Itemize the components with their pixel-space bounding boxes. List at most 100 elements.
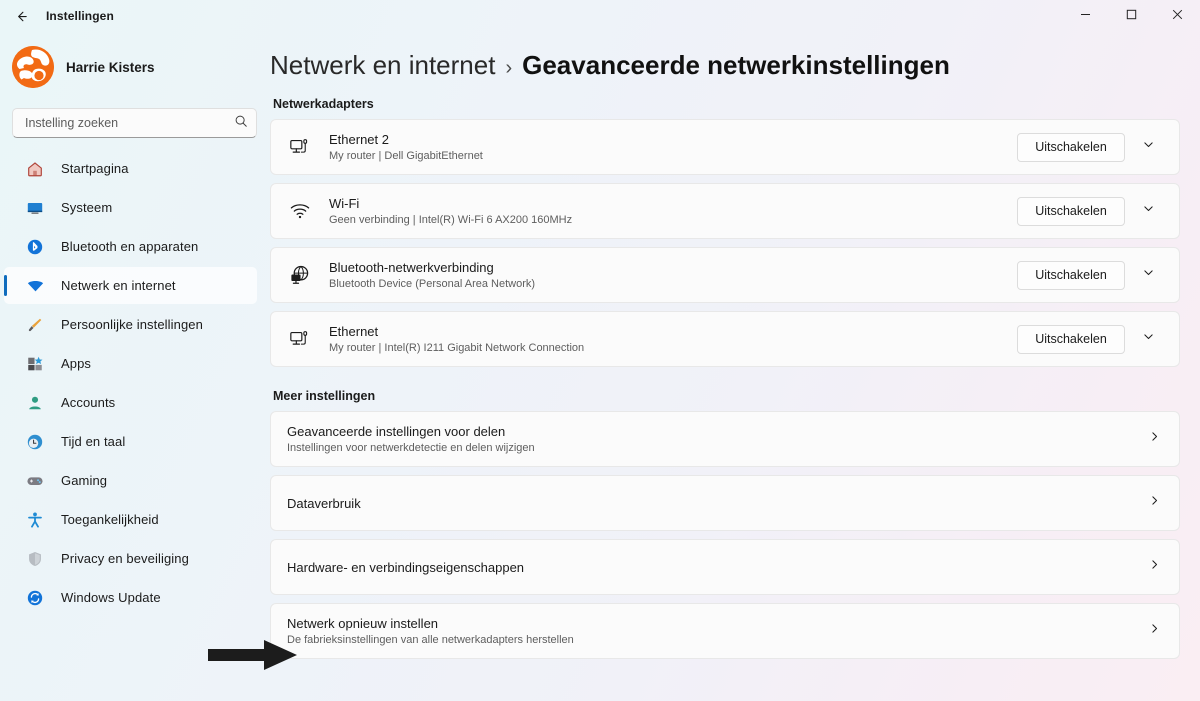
search-input[interactable] [25,116,234,130]
chevron-right-icon [1148,558,1161,576]
close-icon [1172,7,1183,25]
sidebar-item-label: Startpagina [61,161,129,176]
adapter-text: Wi-Fi Geen verbinding | Intel(R) Wi-Fi 6… [329,195,1017,228]
settings-row-title: Geavanceerde instellingen voor delen [287,423,506,439]
expand-button[interactable] [1131,196,1165,226]
chevron-down-icon [1142,138,1155,156]
settings-row-text: Geavanceerde instellingen voor delen Ins… [287,423,1139,456]
navigate-button[interactable] [1139,616,1169,646]
adapter-text: Ethernet 2 My router | Dell GigabitEther… [329,131,1017,164]
gamepad-icon [25,471,45,491]
disable-button[interactable]: Uitschakelen [1017,196,1125,226]
expand-button[interactable] [1131,260,1165,290]
search-box[interactable] [12,108,257,138]
chevron-right-icon [1148,430,1161,448]
settings-row-title: Hardware- en verbindingseigenschappen [287,559,525,575]
adapter-row-ethernet: Ethernet My router | Intel(R) I211 Gigab… [270,311,1180,367]
window-title: Instellingen [46,9,114,23]
sidebar-item-startpagina[interactable]: Startpagina [4,150,257,187]
back-arrow-icon [14,9,29,24]
breadcrumb-separator-icon: › [505,57,513,79]
settings-row-netwerk-opnieuw-instellen[interactable]: Netwerk opnieuw instellen De fabrieksins… [270,603,1180,659]
disable-button[interactable]: Uitschakelen [1017,260,1125,290]
main-content: Netwerk en internet › Geavanceerde netwe… [270,32,1200,701]
adapter-detail: My router | Dell GigabitEthernet [329,149,483,162]
sidebar-item-privacy-en-beveiliging[interactable]: Privacy en beveiliging [4,540,257,577]
back-button[interactable] [4,1,38,31]
chevron-right-icon [1148,622,1161,640]
settings-row-dataverbruik[interactable]: Dataverbruik [270,475,1180,531]
maximize-icon [1126,7,1137,25]
bluetooth-network-icon [287,264,313,286]
sidebar-item-windows-update[interactable]: Windows Update [4,579,257,616]
bluetooth-icon [25,237,45,257]
adapter-row-bluetooth-netwerkverbinding: Bluetooth-netwerkverbinding Bluetooth De… [270,247,1180,303]
adapter-name: Ethernet [329,323,379,339]
adapter-text: Bluetooth-netwerkverbinding Bluetooth De… [329,259,1017,292]
profile-block[interactable]: Harrie Kisters [0,32,270,100]
sidebar-item-systeem[interactable]: Systeem [4,189,257,226]
accessibility-person-icon [25,510,45,530]
settings-row-text: Dataverbruik [287,495,1139,512]
window-controls [1062,0,1200,32]
settings-row-detail: De fabrieksinstellingen van alle netwerk… [287,633,574,646]
settings-row-geavanceerde-instellingen-voor-delen[interactable]: Geavanceerde instellingen voor delen Ins… [270,411,1180,467]
sidebar-item-apps[interactable]: Apps [4,345,257,382]
settings-row-text: Netwerk opnieuw instellen De fabrieksins… [287,615,1139,648]
section-title-meer-instellingen: Meer instellingen [273,389,376,403]
settings-row-title: Dataverbruik [287,495,361,511]
adapter-name: Bluetooth-netwerkverbinding [329,259,494,275]
navigate-button[interactable] [1139,552,1169,582]
adapter-name: Wi-Fi [329,195,360,211]
sidebar-item-label: Tijd en taal [61,434,126,449]
wifi-signal-icon [287,200,313,222]
title-bar: Instellingen [0,0,1200,32]
sidebar-item-label: Netwerk en internet [61,278,176,293]
expand-button[interactable] [1131,132,1165,162]
minimize-button[interactable] [1062,0,1108,32]
breadcrumb-parent-link[interactable]: Netwerk en internet [270,50,495,81]
chevron-down-icon [1142,266,1155,284]
sidebar-item-toegankelijkheid[interactable]: Toegankelijkheid [4,501,257,538]
adapter-row-ethernet-2: Ethernet 2 My router | Dell GigabitEther… [270,119,1180,175]
minimize-icon [1080,7,1091,25]
sidebar-item-label: Windows Update [61,590,161,605]
sidebar-item-label: Bluetooth en apparaten [61,239,199,254]
profile-name: Harrie Kisters [66,59,155,75]
sidebar-item-label: Toegankelijkheid [61,512,159,527]
clock-globe-icon [25,432,45,452]
navigate-button[interactable] [1139,488,1169,518]
navigate-button[interactable] [1139,424,1169,454]
sidebar-item-label: Gaming [61,473,108,488]
chevron-right-icon [1148,494,1161,512]
settings-row-hardware-en-verbindingseigenschappen[interactable]: Hardware- en verbindingseigenschappen [270,539,1180,595]
settings-row-title: Netwerk opnieuw instellen [287,615,439,631]
search-icon [234,114,248,133]
home-icon [25,159,45,179]
wifi-icon [25,276,45,296]
settings-row-detail: Instellingen voor netwerkdetectie en del… [287,441,535,454]
sidebar-item-persoonlijke-instellingen[interactable]: Persoonlijke instellingen [4,306,257,343]
close-button[interactable] [1154,0,1200,32]
sidebar-item-label: Systeem [61,200,113,215]
disable-button[interactable]: Uitschakelen [1017,324,1125,354]
adapter-row-wi-fi: Wi-Fi Geen verbinding | Intel(R) Wi-Fi 6… [270,183,1180,239]
expand-button[interactable] [1131,324,1165,354]
breadcrumb: Netwerk en internet › Geavanceerde netwe… [270,32,1180,91]
sidebar-item-netwerk-en-internet[interactable]: Netwerk en internet [4,267,257,304]
adapter-detail: My router | Intel(R) I211 Gigabit Networ… [329,341,585,354]
account-person-icon [25,393,45,413]
sidebar-item-accounts[interactable]: Accounts [4,384,257,421]
section-title-netwerkadapters: Netwerkadapters [273,97,374,111]
sidebar-item-tijd-en-taal[interactable]: Tijd en taal [4,423,257,460]
adapter-name: Ethernet 2 [329,131,389,147]
disable-button[interactable]: Uitschakelen [1017,132,1125,162]
adapter-detail: Bluetooth Device (Personal Area Network) [329,277,536,290]
paintbrush-icon [25,315,45,335]
settings-row-text: Hardware- en verbindingseigenschappen [287,559,1139,576]
maximize-button[interactable] [1108,0,1154,32]
sidebar-item-bluetooth-en-apparaten[interactable]: Bluetooth en apparaten [4,228,257,265]
update-refresh-icon [25,588,45,608]
sidebar-item-gaming[interactable]: Gaming [4,462,257,499]
sidebar-item-label: Persoonlijke instellingen [61,317,203,332]
